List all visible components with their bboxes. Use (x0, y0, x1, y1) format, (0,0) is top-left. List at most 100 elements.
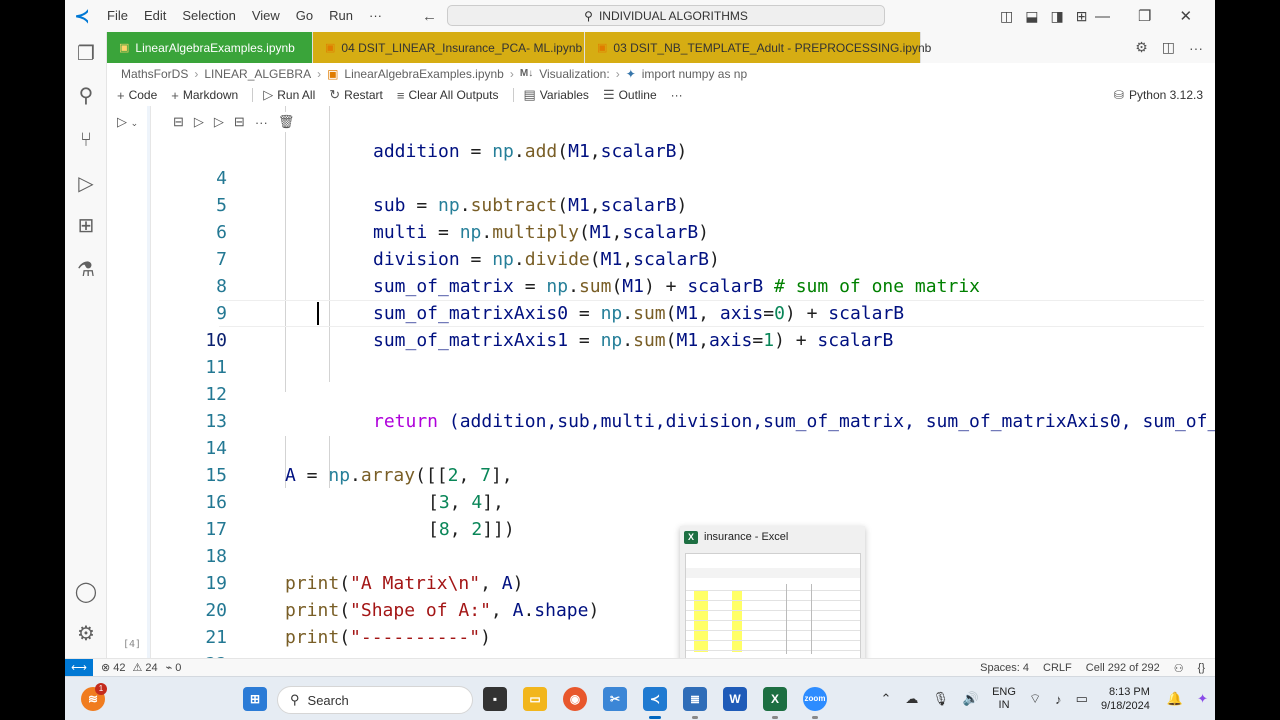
gear-icon[interactable]: ⚙ (1135, 39, 1148, 56)
clock[interactable]: 8:13 PM 9/18/2024 (1101, 685, 1150, 713)
execute-above-icon[interactable]: ▷ (194, 114, 204, 130)
grid-row (686, 630, 860, 631)
editor-tabs: ▣ LinearAlgebraExamples.ipynb ▣ 04 DSIT_… (107, 32, 1215, 63)
run-debug-icon[interactable]: ▷ (74, 172, 98, 196)
copilot-icon[interactable]: ⚇ (1174, 662, 1184, 675)
extensions-icon[interactable]: ⊞ (74, 214, 98, 238)
ports-icon: ⌁ (165, 662, 173, 674)
close-icon[interactable]: ✕ (1179, 7, 1192, 25)
more-icon[interactable]: ··· (255, 115, 268, 130)
battery-icon[interactable]: ▭ (1076, 691, 1088, 707)
remote-indicator-icon[interactable]: ⟷ (65, 658, 93, 677)
taskbar-thumbnail-preview[interactable]: X insurance - Excel (680, 526, 865, 662)
menu-edit[interactable]: Edit (136, 0, 174, 32)
variables-label: Variables (539, 88, 589, 102)
cell-border (150, 106, 151, 658)
snipping-tool-icon[interactable]: ✂ (603, 687, 627, 711)
ports-indicator[interactable]: ⌁ 0 (165, 661, 182, 675)
menu-view[interactable]: View (244, 0, 288, 32)
source-control-icon[interactable]: ⑂ (74, 128, 98, 152)
tab-nb-template[interactable]: ▣ 03 DSIT_NB_TEMPLATE_Adult - PREPROCESS… (585, 32, 931, 63)
zoom-icon[interactable]: zoom (803, 687, 827, 711)
notepad-icon[interactable]: ≣ (683, 687, 707, 711)
toggle-sidebar-icon[interactable]: ◫ (1000, 8, 1013, 25)
grid-row (686, 620, 860, 621)
restart-button[interactable]: ↻ Restart (329, 87, 383, 103)
menu-selection[interactable]: Selection (174, 0, 243, 32)
search-icon[interactable]: ⚲ (74, 84, 98, 108)
start-windows-icon[interactable]: ⊞ (243, 687, 267, 711)
notification-bell-icon[interactable]: 🔔 (1167, 691, 1183, 707)
breadcrumb-cell[interactable]: import numpy as np (642, 67, 747, 81)
search-icon: ⚲ (584, 8, 593, 23)
wifi-icon[interactable]: ⌔ (1029, 691, 1041, 707)
microphone-icon[interactable]: 🎙 (932, 691, 949, 707)
add-markdown-button[interactable]: + Markdown (171, 88, 238, 103)
windows-taskbar: ≋ 1 ⊞ ⚲ Search ▪ ▭ ◉ ✂ ≺ ≣ W X zoom ⌃ ☁ … (65, 676, 1215, 720)
split-editor-icon[interactable]: ◫ (1162, 39, 1175, 56)
tab-insurance-pca[interactable]: ▣ 04 DSIT_LINEAR_Insurance_PCA- ML.ipynb (313, 32, 585, 63)
chevron-down-icon: ⌄ (130, 118, 139, 128)
firefox-icon[interactable]: ◉ (563, 687, 587, 711)
task-view-icon[interactable]: ▪ (483, 687, 507, 711)
menu-go[interactable]: Go (288, 0, 321, 32)
testing-icon[interactable]: ⚗ (74, 258, 98, 282)
braces-icon[interactable]: {} (1198, 662, 1205, 674)
excel-thumbnail-image (685, 553, 861, 659)
run-all-button[interactable]: ▷ Run All (263, 87, 315, 103)
breadcrumb-folder[interactable]: MathsForDS (121, 67, 188, 81)
chevron-right-icon: › (194, 66, 199, 81)
kernel-icon: ⛁ (1113, 88, 1124, 102)
notebook-editor[interactable]: ▷ ⌄ ⊟ ▷ ▷ ⊟ ··· 🗑 addition = np.add(M1,s… (107, 106, 1215, 658)
error-count: 42 (113, 661, 126, 674)
line-number: 22 (187, 651, 227, 658)
delete-cell-icon[interactable]: 🗑 (278, 114, 295, 130)
more-actions-icon[interactable]: ··· (1189, 40, 1203, 56)
run-by-line-icon[interactable]: ⊟ (173, 114, 184, 130)
explorer-icon[interactable]: ❐ (74, 42, 98, 66)
eol-status[interactable]: CRLF (1043, 662, 1072, 674)
account-icon[interactable]: ◯ (74, 580, 98, 604)
problems-indicator[interactable]: ⊗ 42 ⚠ 24 (101, 661, 158, 675)
code-line: addition = np.add(M1,scalarB) (373, 141, 688, 162)
menu-file[interactable]: File (99, 0, 136, 32)
breadcrumb-section[interactable]: Visualization: (539, 67, 610, 81)
taskbar-search-box[interactable]: ⚲ Search (277, 686, 473, 714)
outline-button[interactable]: ☰ Outline (603, 87, 657, 103)
split-cell-icon[interactable]: ⊟ (234, 114, 245, 130)
add-code-button[interactable]: + Code (117, 88, 157, 103)
kernel-picker[interactable]: ⛁ Python 3.12.3 (1114, 84, 1203, 106)
clear-all-outputs-button[interactable]: ≡ Clear All Outputs (397, 88, 499, 103)
command-center[interactable]: ⚲ INDIVIDUAL ALGORITHMS (447, 5, 885, 26)
toggle-panel-icon[interactable]: ⬓ (1025, 8, 1038, 25)
language-indicator[interactable]: ENG IN (992, 686, 1016, 712)
copilot-taskbar-icon[interactable]: ✦ (1197, 691, 1208, 707)
settings-gear-icon[interactable]: ⚙ (74, 622, 98, 646)
menu-more[interactable]: ··· (361, 0, 390, 32)
cell-position-status[interactable]: Cell 292 of 292 (1086, 662, 1160, 674)
vscode-taskbar-icon[interactable]: ≺ (643, 687, 667, 711)
breadcrumb-file[interactable]: LinearAlgebraExamples.ipynb (344, 67, 503, 81)
restore-icon[interactable]: ❐ (1138, 7, 1151, 25)
code-line: 13 (187, 381, 1207, 432)
breadcrumb-subfolder[interactable]: LINEAR_ALGEBRA (204, 67, 311, 81)
back-arrow-icon[interactable]: ← (422, 8, 437, 25)
menu-run[interactable]: Run (321, 0, 361, 32)
running-app-indicator (812, 716, 818, 719)
file-explorer-icon[interactable]: ▭ (523, 687, 547, 711)
word-icon[interactable]: W (723, 687, 747, 711)
variables-button[interactable]: ▤ Variables (524, 87, 589, 103)
chevron-up-icon[interactable]: ⌃ (880, 691, 891, 707)
toolbar-more-button[interactable]: ··· (671, 88, 683, 102)
volume-icon[interactable]: 🔊 (963, 691, 979, 707)
excel-taskbar-icon[interactable]: X (763, 687, 787, 711)
customize-layout-icon[interactable]: ⊞ (1076, 8, 1088, 25)
indentation-status[interactable]: Spaces: 4 (980, 662, 1029, 674)
speaker-icon[interactable]: ♪ (1055, 692, 1062, 707)
run-cell-button[interactable]: ▷ ⌄ (117, 114, 138, 130)
execute-below-icon[interactable]: ▷ (214, 114, 224, 130)
cloud-icon[interactable]: ☁ (905, 691, 918, 707)
toggle-secondary-sidebar-icon[interactable]: ◨ (1050, 8, 1063, 25)
minimize-icon[interactable]: — (1095, 8, 1110, 25)
tab-linear-algebra[interactable]: ▣ LinearAlgebraExamples.ipynb (107, 32, 313, 63)
